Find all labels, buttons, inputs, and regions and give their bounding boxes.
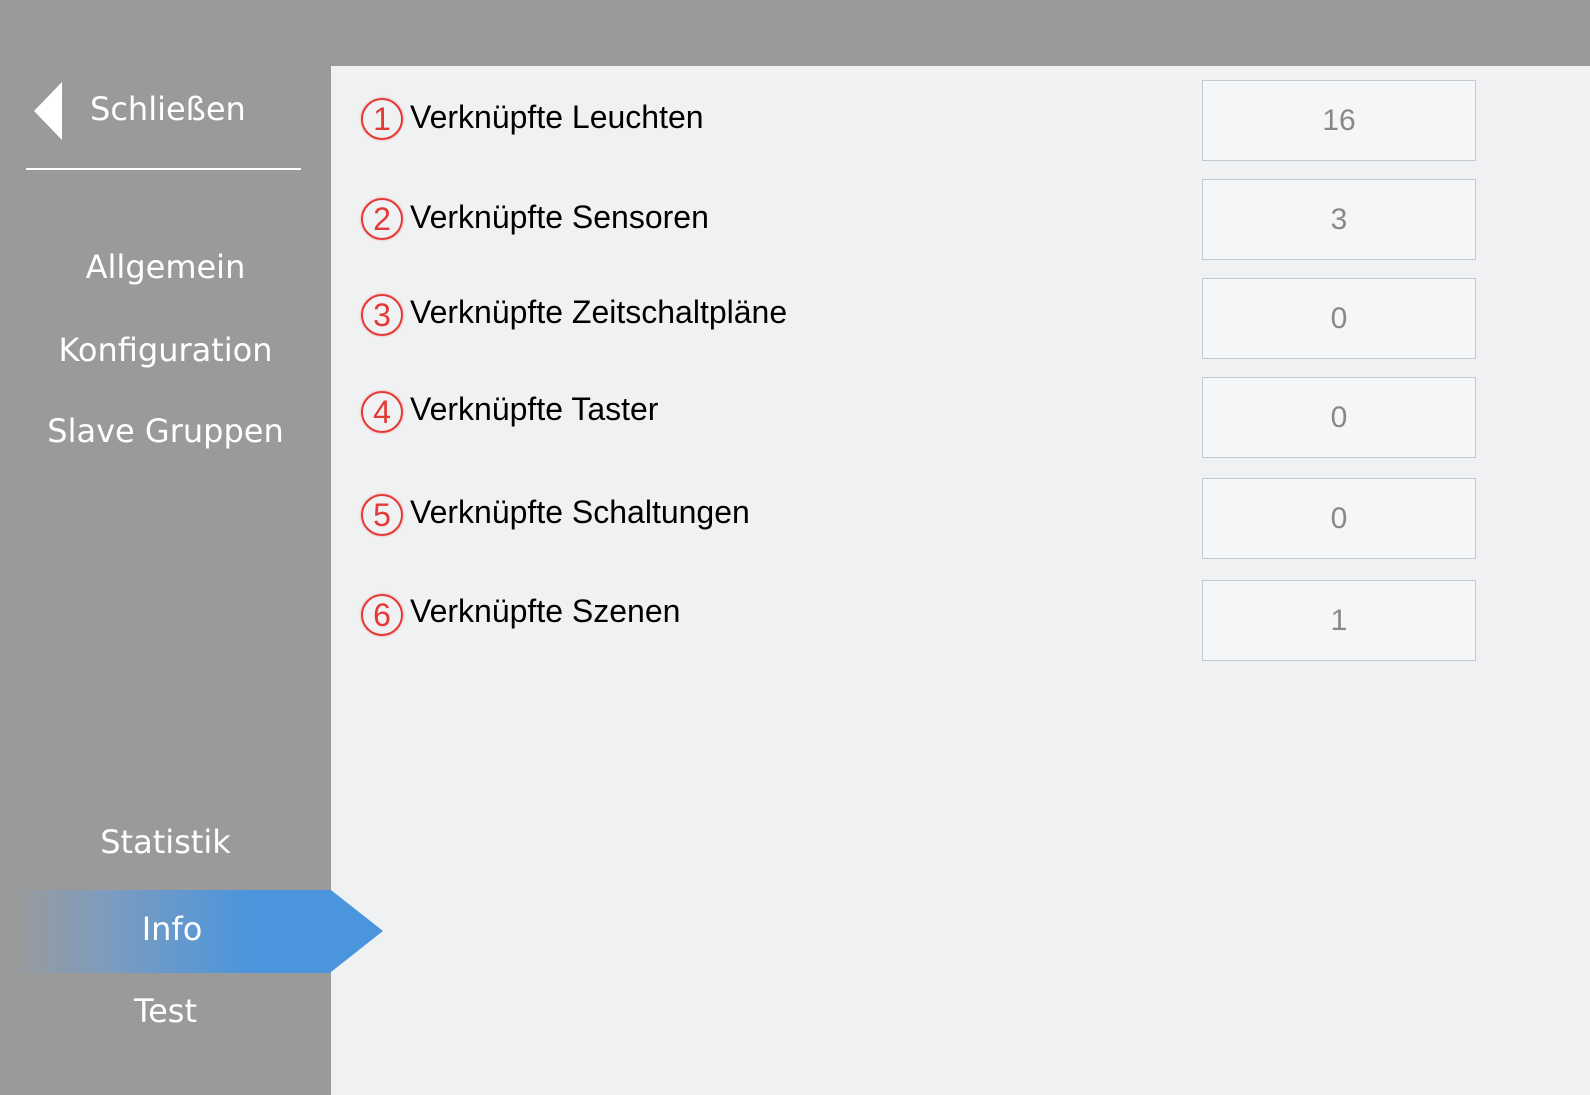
row-label: Verknüpfte Sensoren xyxy=(410,199,709,235)
info-row-szenen: 6 Verknüpfte Szenen 1 xyxy=(331,580,1590,662)
row-label: Verknüpfte Leuchten xyxy=(410,99,704,135)
info-panel: 1 Verknüpfte Leuchten 16 2 Verknüpfte Se… xyxy=(331,66,1590,1095)
info-row-taster: 4 Verknüpfte Taster 0 xyxy=(331,377,1590,459)
number-badge: 5 xyxy=(361,494,403,536)
back-arrow-icon xyxy=(34,82,62,140)
row-label: Verknüpfte Taster xyxy=(410,391,659,427)
number-badge: 2 xyxy=(361,198,403,240)
number-badge: 4 xyxy=(361,391,403,433)
sidebar-item-allgemein[interactable]: Allgemein xyxy=(0,248,331,286)
info-row-zeitschaltplaene: 3 Verknüpfte Zeitschaltpläne 0 xyxy=(331,278,1590,360)
value-field: 0 xyxy=(1202,478,1476,559)
active-item-pointer xyxy=(331,890,383,972)
sidebar-item-slave-gruppen[interactable]: Slave Gruppen xyxy=(0,412,331,450)
value-field: 3 xyxy=(1202,179,1476,260)
row-label: Verknüpfte Schaltungen xyxy=(410,494,750,530)
value-field: 1 xyxy=(1202,580,1476,661)
close-label: Schließen xyxy=(90,90,246,128)
info-row-sensoren: 2 Verknüpfte Sensoren 3 xyxy=(331,179,1590,261)
value-field: 0 xyxy=(1202,278,1476,359)
sidebar-item-statistik[interactable]: Statistik xyxy=(0,823,331,861)
info-row-leuchten: 1 Verknüpfte Leuchten 16 xyxy=(331,80,1590,162)
value-field: 0 xyxy=(1202,377,1476,458)
sidebar-item-konfiguration[interactable]: Konfiguration xyxy=(0,331,331,369)
number-badge: 6 xyxy=(361,594,403,636)
sidebar-item-info-label: Info xyxy=(141,910,203,948)
number-badge: 3 xyxy=(361,294,403,336)
row-label: Verknüpfte Zeitschaltpläne xyxy=(410,294,788,330)
info-row-schaltungen: 5 Verknüpfte Schaltungen 0 xyxy=(331,478,1590,560)
number-badge: 1 xyxy=(361,98,403,140)
row-label: Verknüpfte Szenen xyxy=(410,593,681,629)
sidebar: Schließen Allgemein Konfiguration Slave … xyxy=(0,0,332,1095)
sidebar-item-info[interactable]: Info xyxy=(12,890,332,973)
close-button[interactable]: Schließen xyxy=(26,78,301,170)
value-field: 16 xyxy=(1202,80,1476,161)
sidebar-item-test[interactable]: Test xyxy=(0,992,331,1030)
